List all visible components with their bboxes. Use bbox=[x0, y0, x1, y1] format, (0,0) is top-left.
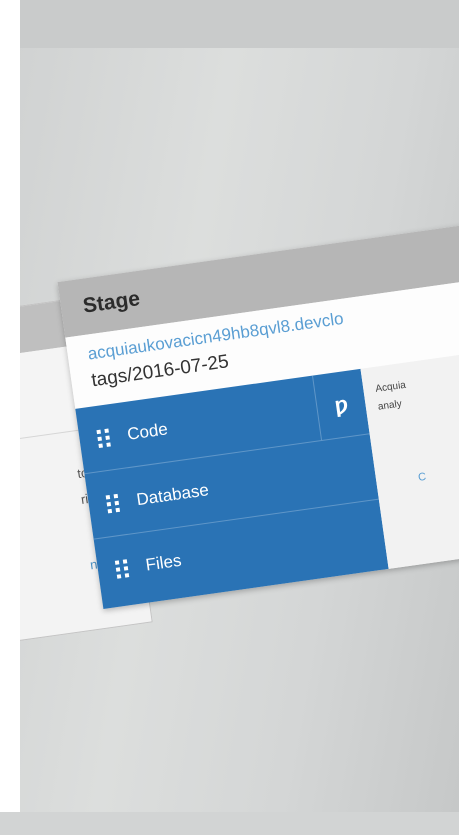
stage-environment-card: Stage acquiaukovacicn49hb8qvl8.devclo ta… bbox=[57, 216, 459, 609]
environment-menu: Code ƿ Database Files bbox=[75, 368, 389, 609]
drag-grip-icon[interactable] bbox=[96, 428, 112, 448]
drag-grip-icon[interactable] bbox=[114, 559, 131, 579]
menu-item-label: Files bbox=[144, 550, 183, 575]
menu-item-label: Code bbox=[125, 418, 169, 444]
side-panel-link[interactable]: C bbox=[388, 454, 459, 488]
drag-grip-icon[interactable] bbox=[105, 493, 122, 513]
code-action-icon[interactable]: ƿ bbox=[311, 368, 370, 441]
scene: to rity now Stage acquiaukovacicn49hb8qv… bbox=[0, 0, 459, 815]
stage-title: Stage bbox=[81, 286, 142, 318]
menu-item-label: Database bbox=[135, 479, 210, 509]
left-frame bbox=[0, 0, 20, 812]
